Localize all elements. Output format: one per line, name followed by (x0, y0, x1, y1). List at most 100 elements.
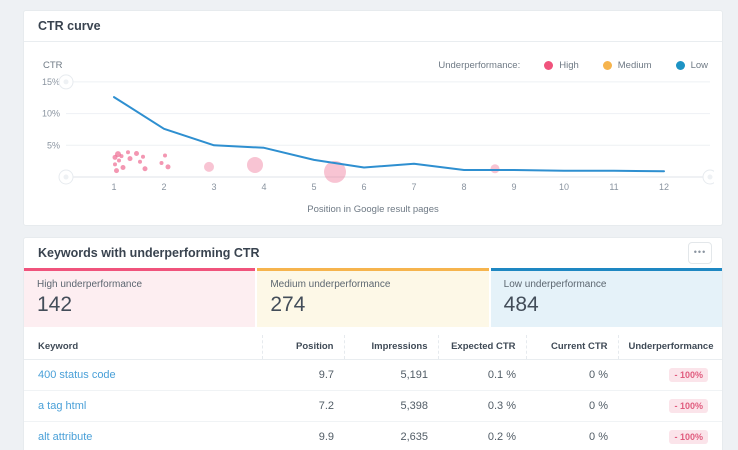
current-ctr-cell: 0 % (526, 391, 618, 422)
legend-items: High Medium Low (520, 60, 708, 71)
current-ctr-cell: 0 % (526, 422, 618, 450)
scatter-bubble[interactable] (134, 151, 139, 156)
legend-item-high[interactable]: High (544, 60, 579, 71)
x-tick-label: 6 (361, 182, 366, 192)
scatter-bubble[interactable] (204, 162, 214, 172)
underperformance-badge: - 100% (669, 430, 708, 444)
expected-ctr-cell: 0.3 % (438, 391, 526, 422)
ctr-line-series (114, 97, 664, 171)
legend-dot-icon (603, 61, 612, 70)
y-axis-title: CTR (38, 60, 63, 71)
scatter-bubble[interactable] (121, 165, 126, 170)
table-row: alt attribute 9.92,6350.2 %0 % - 100% (24, 422, 722, 450)
keyword-link[interactable]: a tag html (38, 400, 86, 412)
legend-item-low[interactable]: Low (676, 60, 708, 71)
y-tick-label: 15% (42, 77, 60, 87)
column-header-impressions[interactable]: Impressions (344, 335, 438, 360)
summary-box-medium[interactable]: Medium underperformance 274 (257, 268, 488, 327)
position-cell: 9.9 (262, 422, 344, 450)
legend-item-label: High (559, 60, 579, 71)
impressions-cell: 5,398 (344, 391, 438, 422)
column-header-position[interactable]: Position (262, 335, 344, 360)
summary-box-low[interactable]: Low underperformance 484 (491, 268, 722, 327)
x-tick-label: 5 (311, 182, 316, 192)
scatter-bubble[interactable] (141, 155, 145, 159)
keywords-card-header: Keywords with underperforming CTR ••• (24, 238, 722, 268)
scatter-bubble[interactable] (120, 154, 124, 158)
ctr-card-title: CTR curve (38, 19, 101, 33)
column-header-current-ctr[interactable]: Current CTR (526, 335, 618, 360)
y-axis-zoom-grip-top-dot (64, 79, 69, 84)
impressions-cell: 2,635 (344, 422, 438, 450)
ctr-curve-card: CTR curve CTR Underperformance: High Medi… (23, 10, 723, 226)
ctr-chart-area: CTR Underperformance: HighMediumLow 15%1… (24, 58, 722, 225)
x-tick-label: 7 (411, 182, 416, 192)
table-body: 400 status code9.75,1910.1 %0 %- 100%a t… (24, 360, 722, 450)
keywords-card: Keywords with underperforming CTR ••• Hi… (23, 237, 723, 450)
summary-box-value: 484 (504, 293, 709, 317)
x-tick-label: 11 (609, 182, 618, 192)
y-tick-label: 10% (42, 109, 60, 119)
x-axis-title: Position in Google result pages (38, 204, 708, 215)
x-tick-label: 4 (261, 182, 266, 192)
table-row: a tag html 7.25,3980.3 %0 % - 100% (24, 391, 722, 422)
summary-box-value: 274 (270, 293, 475, 317)
scatter-bubble[interactable] (138, 160, 142, 164)
underperformance-badge: - 100% (669, 368, 708, 382)
scatter-bubble[interactable] (143, 166, 148, 171)
summary-box-label: Low underperformance (504, 279, 709, 290)
legend-item-medium[interactable]: Medium (603, 60, 652, 71)
table-row: 400 status code9.75,1910.1 %0 %- 100% (24, 360, 722, 391)
x-tick-label: 1 (111, 182, 116, 192)
position-cell: 7.2 (262, 391, 344, 422)
more-options-button[interactable]: ••• (688, 242, 712, 264)
column-header-expected-ctr[interactable]: Expected CTR (438, 335, 526, 360)
scatter-bubble[interactable] (163, 153, 167, 157)
y-tick-label: 5% (47, 140, 60, 150)
scatter-bubble[interactable] (491, 164, 500, 173)
keywords-table: KeywordPositionImpressionsExpected CTRCu… (24, 335, 722, 450)
legend-caption: Underperformance: (438, 60, 520, 71)
x-axis-zoom-grip-left-dot (64, 175, 69, 180)
summary-box-high[interactable]: High underperformance 142 (24, 268, 255, 327)
x-tick-label: 12 (659, 182, 669, 192)
x-tick-label: 8 (461, 182, 466, 192)
x-tick-label: 2 (161, 182, 166, 192)
current-ctr-cell: 0 % (526, 360, 618, 391)
legend-item-label: Low (691, 60, 708, 71)
x-axis-zoom-grip-right-dot (708, 175, 713, 180)
expected-ctr-cell: 0.2 % (438, 422, 526, 450)
legend-dot-icon (544, 61, 553, 70)
column-header-underperformance[interactable]: Underperformance (618, 335, 722, 360)
keyword-link[interactable]: alt attribute (38, 431, 92, 443)
page: CTR curve CTR Underperformance: High Medi… (0, 0, 738, 450)
x-tick-label: 10 (559, 182, 569, 192)
table-header-row: KeywordPositionImpressionsExpected CTRCu… (24, 335, 722, 360)
impressions-cell: 5,191 (344, 360, 438, 391)
legend-dot-icon (676, 61, 685, 70)
scatter-bubble[interactable] (160, 161, 164, 165)
position-cell: 9.7 (262, 360, 344, 391)
ctr-card-header: CTR curve (24, 11, 722, 42)
x-tick-label: 3 (211, 182, 216, 192)
underperformance-badge: - 100% (669, 399, 708, 413)
keyword-link[interactable]: 400 status code (38, 369, 116, 381)
scatter-bubble[interactable] (126, 150, 130, 154)
scatter-bubble[interactable] (128, 156, 133, 161)
column-header-keyword[interactable]: Keyword (24, 335, 262, 360)
x-tick-label: 9 (511, 182, 516, 192)
summary-box-label: Medium underperformance (270, 279, 475, 290)
chart-legend: Underperformance: High Medium Low (438, 60, 708, 71)
ctr-chart-svg: 15%10%5%123456789101112 (38, 72, 714, 198)
scatter-bubble[interactable] (117, 159, 121, 163)
keywords-card-title: Keywords with underperforming CTR (38, 246, 260, 260)
scatter-bubble[interactable] (247, 157, 263, 173)
summary-box-label: High underperformance (37, 279, 242, 290)
summary-box-value: 142 (37, 293, 242, 317)
scatter-bubble[interactable] (166, 164, 171, 169)
summary-row: High underperformance 142 Medium underperf… (24, 268, 722, 327)
chart-top-row: CTR Underperformance: High Medium Low (38, 58, 708, 72)
scatter-bubble[interactable] (114, 168, 119, 173)
legend-item-label: Medium (618, 60, 652, 71)
scatter-bubble[interactable] (113, 162, 117, 166)
